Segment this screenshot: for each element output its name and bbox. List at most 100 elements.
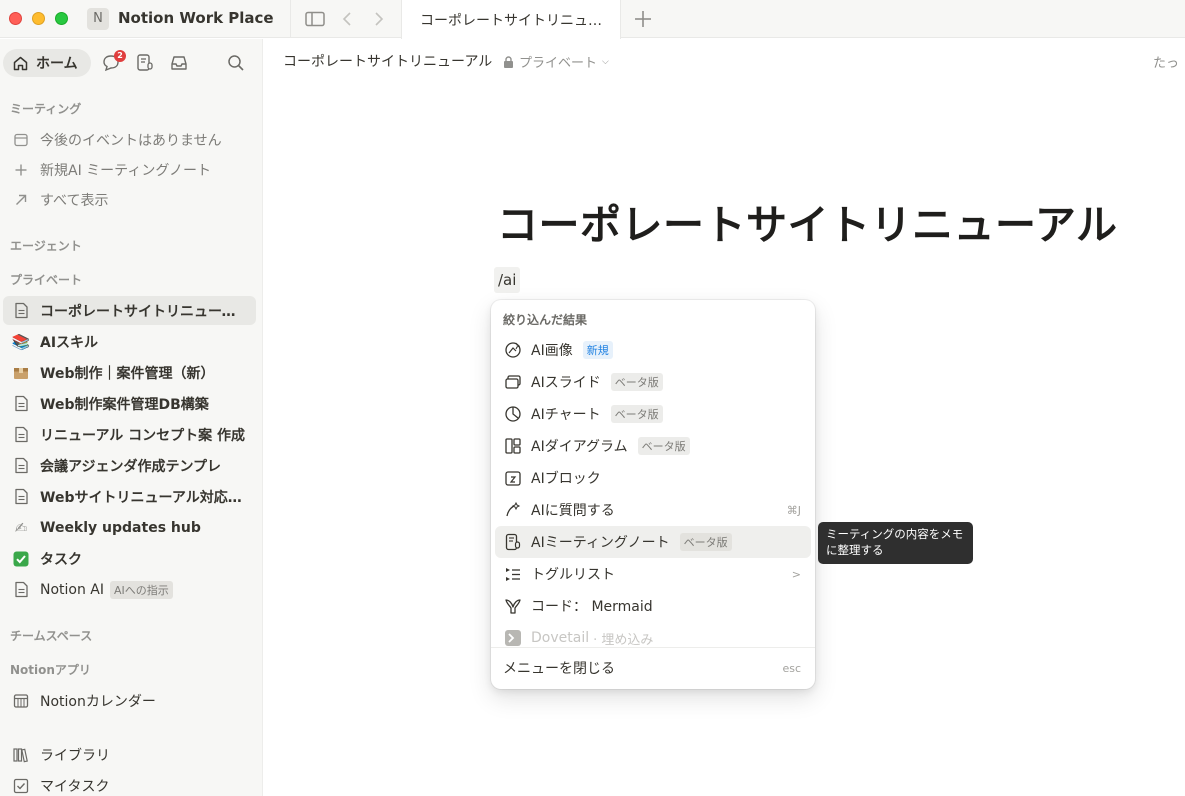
sidebar-item-show-all[interactable]: すべて表示: [3, 185, 256, 214]
section-private[interactable]: プライベート: [10, 271, 82, 288]
slash-command-text[interactable]: /ai: [494, 267, 521, 293]
tab-label: コーポレートサイトリニューアル: [420, 13, 605, 29]
section-notion-apps[interactable]: Notionアプリ: [10, 661, 91, 678]
calendar-grid-icon: [12, 692, 30, 710]
page-icon: [12, 457, 30, 475]
menu-item-label: トグルリスト: [531, 567, 615, 583]
close-menu-button[interactable]: メニューを閉じる esc: [495, 652, 811, 684]
escape-shortcut: esc: [782, 661, 801, 675]
beta-badge: ベータ版: [610, 405, 663, 423]
workspace-name[interactable]: Notion Work Place: [118, 9, 274, 27]
mermaid-icon: [503, 596, 523, 616]
menu-divider: [491, 647, 815, 648]
minimize-window-button[interactable]: [32, 12, 45, 25]
page-icon: [12, 426, 30, 444]
menu-item-ai-meeting-notes[interactable]: AIミーティングノート ベータ版: [495, 526, 811, 558]
sidebar-item-no-events[interactable]: 今後のイベントはありません: [3, 125, 256, 154]
section-teamspaces[interactable]: チームスペース: [10, 627, 92, 644]
sidebar-item-label: 会議アジェンダ作成テンプレ: [40, 458, 222, 475]
sidebar-item-label: タスク: [40, 551, 82, 568]
menu-item-ask-ai[interactable]: AIに質問する ⌘J: [495, 494, 811, 526]
chevron-down-icon: ⌵: [602, 56, 609, 67]
menu-item-label: コード： Mermaid: [531, 599, 653, 615]
page-title[interactable]: コーポレートサイトリニューアル: [497, 191, 1117, 251]
section-meetings[interactable]: ミーティング: [10, 100, 81, 117]
sidebar-item-website-renewal-support[interactable]: Webサイトリニューアル対応の…: [3, 482, 256, 511]
sidebar-item-label: AIスキル: [40, 334, 99, 351]
menu-item-toggle-list[interactable]: トグルリスト >: [495, 558, 811, 590]
checkbox-icon: [12, 777, 30, 795]
diagram-icon: [503, 436, 523, 456]
toggle-list-icon: [503, 564, 523, 584]
tab-current-page[interactable]: コーポレートサイトリニューアル: [401, 0, 621, 39]
menu-item-dovetail-embed[interactable]: Dovetail · 埋め込み: [495, 622, 811, 654]
page-icon: [12, 488, 30, 506]
section-agents[interactable]: エージェント: [10, 237, 82, 254]
lock-icon: [504, 55, 513, 68]
sidebar-toggle-icon[interactable]: [304, 9, 326, 29]
menu-item-ai-block[interactable]: AIブロック: [495, 462, 811, 494]
page-icon: [12, 581, 30, 599]
back-arrow-icon[interactable]: [340, 9, 354, 29]
home-icon: [13, 56, 28, 70]
sidebar-item-agenda-template[interactable]: 会議アジェンダ作成テンプレ: [3, 451, 256, 480]
sidebar-item-notion-ai[interactable]: Notion AI AIへの指示: [3, 575, 256, 604]
workspace-icon[interactable]: N: [87, 8, 109, 30]
sidebar-item-weekly-updates[interactable]: ✍ Weekly updates hub: [3, 513, 256, 542]
menu-item-ai-image[interactable]: AI画像 新規: [495, 334, 811, 366]
plus-icon: [12, 161, 30, 179]
zoom-window-button[interactable]: [55, 12, 68, 25]
box-icon: [12, 364, 30, 382]
menu-item-code-mermaid[interactable]: コード： Mermaid: [495, 590, 811, 622]
ai-ask-icon: [503, 500, 523, 520]
menu-item-ai-chart[interactable]: AIチャート ベータ版: [495, 398, 811, 430]
sidebar-item-tasks[interactable]: タスク: [3, 544, 256, 573]
sidebar-item-my-tasks[interactable]: マイタスク: [3, 771, 256, 796]
books-icon: 📚: [11, 332, 31, 351]
sidebar-item-ai-skills[interactable]: 📚 AIスキル: [3, 327, 256, 356]
inbox-tray-icon[interactable]: [167, 51, 191, 75]
beta-badge: ベータ版: [610, 373, 663, 391]
sidebar-item-web-db-build[interactable]: Web制作案件管理DB構築: [3, 389, 256, 418]
search-icon[interactable]: [224, 51, 248, 75]
meeting-notes-icon[interactable]: [133, 51, 157, 75]
privacy-selector[interactable]: プライベート ⌵: [503, 52, 609, 71]
sidebar-item-library[interactable]: ライブラリ: [3, 740, 256, 769]
new-tab-icon[interactable]: [632, 8, 654, 30]
ai-image-icon: [503, 340, 523, 360]
sidebar-item-label: Weekly updates hub: [40, 519, 201, 536]
menu-item-label: Dovetail: [531, 630, 590, 646]
menu-item-ai-slides[interactable]: AIスライド ベータ版: [495, 366, 811, 398]
arrow-up-right-icon: [12, 191, 30, 209]
sidebar-item-notion-calendar[interactable]: Notionカレンダー: [3, 686, 256, 715]
sidebar-item-label: リニューアル コンセプト案 作成: [40, 427, 246, 444]
menu-item-sublabel: · 埋め込み: [593, 632, 654, 648]
menu-item-ai-diagram[interactable]: AIダイアグラム ベータ版: [495, 430, 811, 462]
title-bar: N Notion Work Place コーポレートサイトリニューアル: [0, 0, 1185, 39]
forward-arrow-icon[interactable]: [372, 9, 386, 29]
menu-item-label: AIチャート: [531, 407, 601, 423]
menu-item-label: AIブロック: [531, 471, 601, 487]
slides-icon: [503, 372, 523, 392]
menu-header: 絞り込んだ結果: [503, 313, 588, 327]
sidebar-item-new-ai-meeting-note[interactable]: 新規AI ミーティングノート: [3, 155, 256, 184]
library-icon: [12, 746, 30, 764]
sidebar-item-label: すべて表示: [40, 192, 109, 209]
close-window-button[interactable]: [9, 12, 22, 25]
shortcut-hint: ⌘J: [786, 503, 801, 517]
sidebar-item-label: Web制作案件管理DB構築: [40, 396, 209, 413]
menu-item-label: AIスライド: [531, 375, 601, 391]
slash-command-menu: 絞り込んだ結果 AI画像 新規 AIスライド ベータ版 AIチャート ベータ版 …: [491, 300, 815, 689]
sidebar-item-renewal-concept[interactable]: リニューアル コンセプト案 作成: [3, 420, 256, 449]
home-button[interactable]: ホーム: [3, 49, 91, 77]
breadcrumb[interactable]: コーポレートサイトリニューアル: [283, 51, 492, 71]
ai-instruction-chip: AIへの指示: [110, 580, 173, 599]
beta-badge: ベータ版: [679, 533, 732, 551]
sidebar-item-web-project-management[interactable]: Web制作｜案件管理（新）: [3, 358, 256, 387]
sidebar-item-corporate-site-renewal[interactable]: コーポレートサイトリニューアル: [3, 296, 256, 325]
sidebar-item-label: 新規AI ミーティングノート: [40, 162, 212, 179]
writing-hand-icon: ✍: [14, 518, 28, 537]
sidebar-item-label: Notionカレンダー: [40, 693, 156, 710]
shortcut-hint: >: [791, 567, 801, 581]
privacy-label: プライベート: [519, 56, 598, 71]
